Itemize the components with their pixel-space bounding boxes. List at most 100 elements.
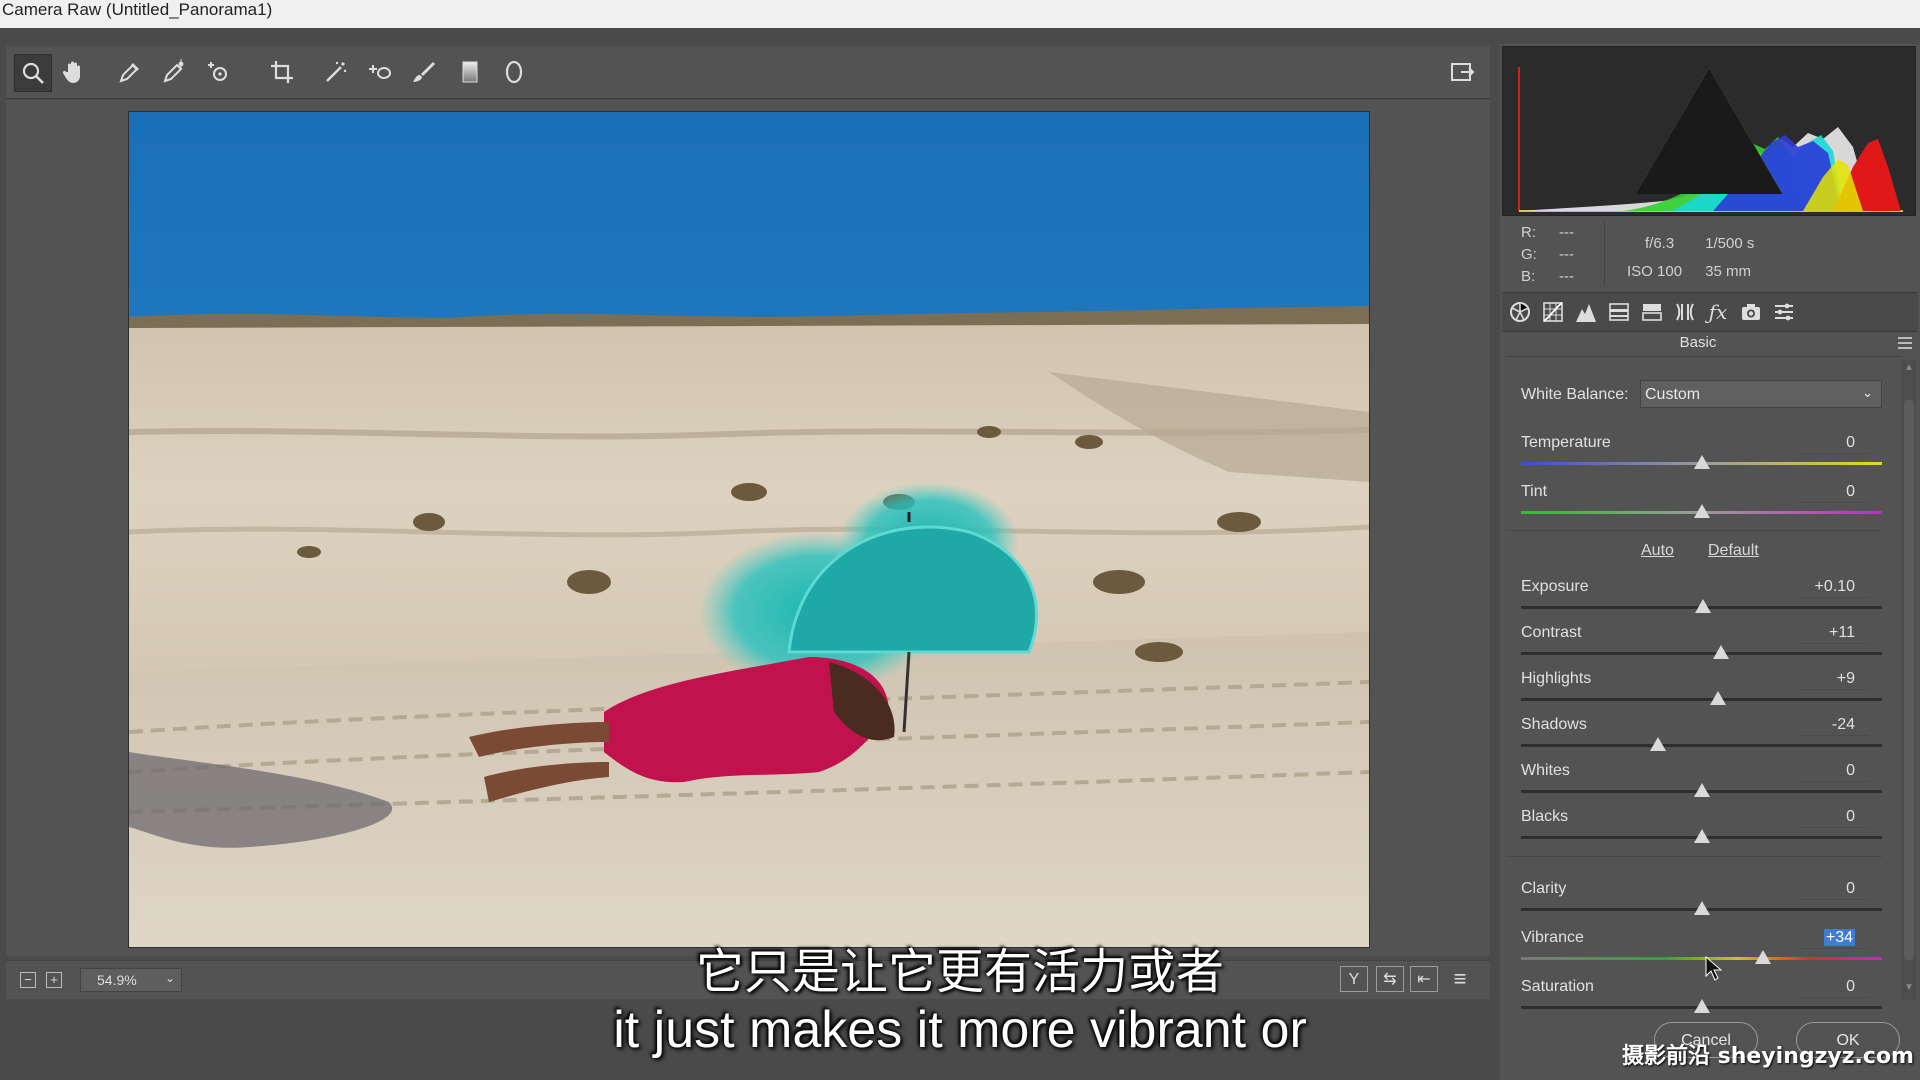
clarity-thumb[interactable] xyxy=(1693,901,1710,915)
straighten-tool[interactable] xyxy=(318,54,354,90)
camera-calibration-icon xyxy=(1742,304,1760,320)
radial-filter-icon xyxy=(505,60,523,84)
exposure-value-field[interactable]: +0.10 xyxy=(1799,576,1869,598)
tint-value-field[interactable]: 0 xyxy=(1799,481,1869,503)
clarity-label: Clarity xyxy=(1521,880,1567,897)
aperture: f/6.3 xyxy=(1645,235,1675,252)
spot-removal-tool[interactable] xyxy=(362,54,398,90)
temperature-thumb[interactable] xyxy=(1693,455,1710,469)
lens-icon xyxy=(1676,303,1694,321)
slider-blacks[interactable]: Blacks 0 xyxy=(1521,808,1883,852)
open-export-icon xyxy=(1451,63,1475,81)
subtitle-chinese: 它只是让它更有活力或者 xyxy=(695,944,1224,1000)
contrast-label: Contrast xyxy=(1521,624,1582,641)
straighten-icon xyxy=(326,61,347,82)
hand-icon xyxy=(62,61,80,83)
tab-hsl[interactable] xyxy=(1605,298,1633,326)
whites-value-field[interactable]: 0 xyxy=(1799,760,1869,782)
tab-presets[interactable] xyxy=(1770,298,1798,326)
tab-basic[interactable] xyxy=(1506,298,1534,326)
shadows-thumb[interactable] xyxy=(1650,737,1667,751)
shadows-track[interactable] xyxy=(1521,744,1882,747)
graduated-filter-tool[interactable] xyxy=(452,54,488,90)
blacks-thumb[interactable] xyxy=(1693,829,1710,843)
chevron-down-icon: ⌄ xyxy=(1862,385,1873,400)
default-link[interactable]: Default xyxy=(1708,542,1759,560)
window-title: Camera Raw (Untitled_Panorama1) xyxy=(2,0,273,19)
scrollbar-thumb[interactable] xyxy=(1904,400,1914,960)
auto-link[interactable]: Auto xyxy=(1641,542,1674,560)
white-balance-tool[interactable] xyxy=(112,54,148,90)
highlights-label: Highlights xyxy=(1521,670,1592,687)
clarity-value: 0 xyxy=(1846,880,1855,897)
graduated-filter-icon xyxy=(462,61,478,83)
group-divider xyxy=(1506,856,1882,857)
presets-icon xyxy=(1775,303,1793,321)
focal-length: 35 mm xyxy=(1705,263,1752,280)
slider-highlights[interactable]: Highlights +9 xyxy=(1521,670,1883,714)
slider-contrast[interactable]: Contrast +11 xyxy=(1521,624,1883,668)
temperature-label: Temperature xyxy=(1521,434,1611,451)
target-adjust-icon xyxy=(208,62,227,81)
contrast-thumb[interactable] xyxy=(1713,645,1730,659)
g-value: --- xyxy=(1559,246,1574,263)
spot-removal-icon xyxy=(369,65,391,79)
photo-image xyxy=(129,112,1369,947)
white-balance-label: White Balance: xyxy=(1521,386,1629,403)
rgb-readout: R: --- G: --- B: --- xyxy=(1521,222,1597,288)
tab-effects[interactable]: ƒx xyxy=(1704,298,1732,326)
tab-detail[interactable] xyxy=(1572,298,1600,326)
tint-thumb[interactable] xyxy=(1693,504,1710,518)
crop-tool[interactable] xyxy=(264,54,300,90)
exposure-thumb[interactable] xyxy=(1695,599,1712,613)
adjustment-brush-tool[interactable] xyxy=(406,54,442,90)
color-sampler-icon xyxy=(163,59,184,83)
exif-info: f/6.3 1/500 s ISO 100 35 mm xyxy=(1627,230,1754,286)
zoom-tool[interactable] xyxy=(14,54,52,92)
panel-menu-icon[interactable] xyxy=(1897,336,1913,350)
scroll-up-icon[interactable]: ▲ xyxy=(1904,362,1914,373)
color-sampler-tool[interactable] xyxy=(156,54,192,90)
iso: ISO 100 xyxy=(1627,263,1683,280)
highlights-thumb[interactable] xyxy=(1709,691,1726,705)
slider-exposure[interactable]: Exposure +0.10 xyxy=(1521,578,1883,622)
exposure-label: Exposure xyxy=(1521,578,1589,595)
hand-tool[interactable] xyxy=(56,54,92,90)
panel-title: Basic xyxy=(1679,334,1717,351)
targeted-adjustment-tool[interactable] xyxy=(200,54,236,90)
shadows-value-field[interactable]: -24 xyxy=(1799,714,1869,736)
tab-split-toning[interactable] xyxy=(1638,298,1666,326)
panel-scrollbar[interactable] xyxy=(1902,360,1916,1000)
contrast-value-field[interactable]: +11 xyxy=(1799,622,1869,644)
highlights-track[interactable] xyxy=(1521,698,1882,701)
white-balance-select[interactable]: Custom ⌄ xyxy=(1640,380,1882,408)
highlight-clipping-warning-icon[interactable] xyxy=(1503,47,1915,215)
blacks-value-field[interactable]: 0 xyxy=(1799,806,1869,828)
brush-icon xyxy=(413,62,435,82)
tone-curve-icon xyxy=(1543,302,1563,322)
tab-tone-curve[interactable] xyxy=(1539,298,1567,326)
temperature-value-field[interactable]: 0 xyxy=(1799,432,1869,454)
highlights-value: +9 xyxy=(1836,670,1855,687)
slider-temperature[interactable]: Temperature 0 xyxy=(1521,434,1883,478)
tab-lens-corrections[interactable] xyxy=(1671,298,1699,326)
highlights-value-field[interactable]: +9 xyxy=(1799,668,1869,690)
whites-thumb[interactable] xyxy=(1693,783,1710,797)
photo-preview[interactable] xyxy=(128,111,1370,948)
shadows-value: -24 xyxy=(1831,716,1855,733)
slider-whites[interactable]: Whites 0 xyxy=(1521,762,1883,806)
watermark: 摄影前沿 sheyingzyz.com xyxy=(1621,1044,1914,1069)
slider-tint[interactable]: Tint 0 xyxy=(1521,483,1883,527)
detail-icon xyxy=(1576,304,1596,322)
panel-divider xyxy=(1506,356,1902,357)
tab-camera-calibration[interactable] xyxy=(1737,298,1765,326)
open-export-button[interactable] xyxy=(1444,54,1480,90)
clarity-value-field[interactable]: 0 xyxy=(1799,878,1869,900)
group-divider xyxy=(1506,530,1882,531)
effects-icon: ƒx xyxy=(1708,300,1728,324)
radial-filter-tool[interactable] xyxy=(496,54,532,90)
exposure-value: +0.10 xyxy=(1814,578,1855,595)
slider-shadows[interactable]: Shadows -24 xyxy=(1521,716,1883,760)
slider-clarity[interactable]: Clarity 0 xyxy=(1521,880,1883,924)
contrast-track[interactable] xyxy=(1521,652,1882,655)
